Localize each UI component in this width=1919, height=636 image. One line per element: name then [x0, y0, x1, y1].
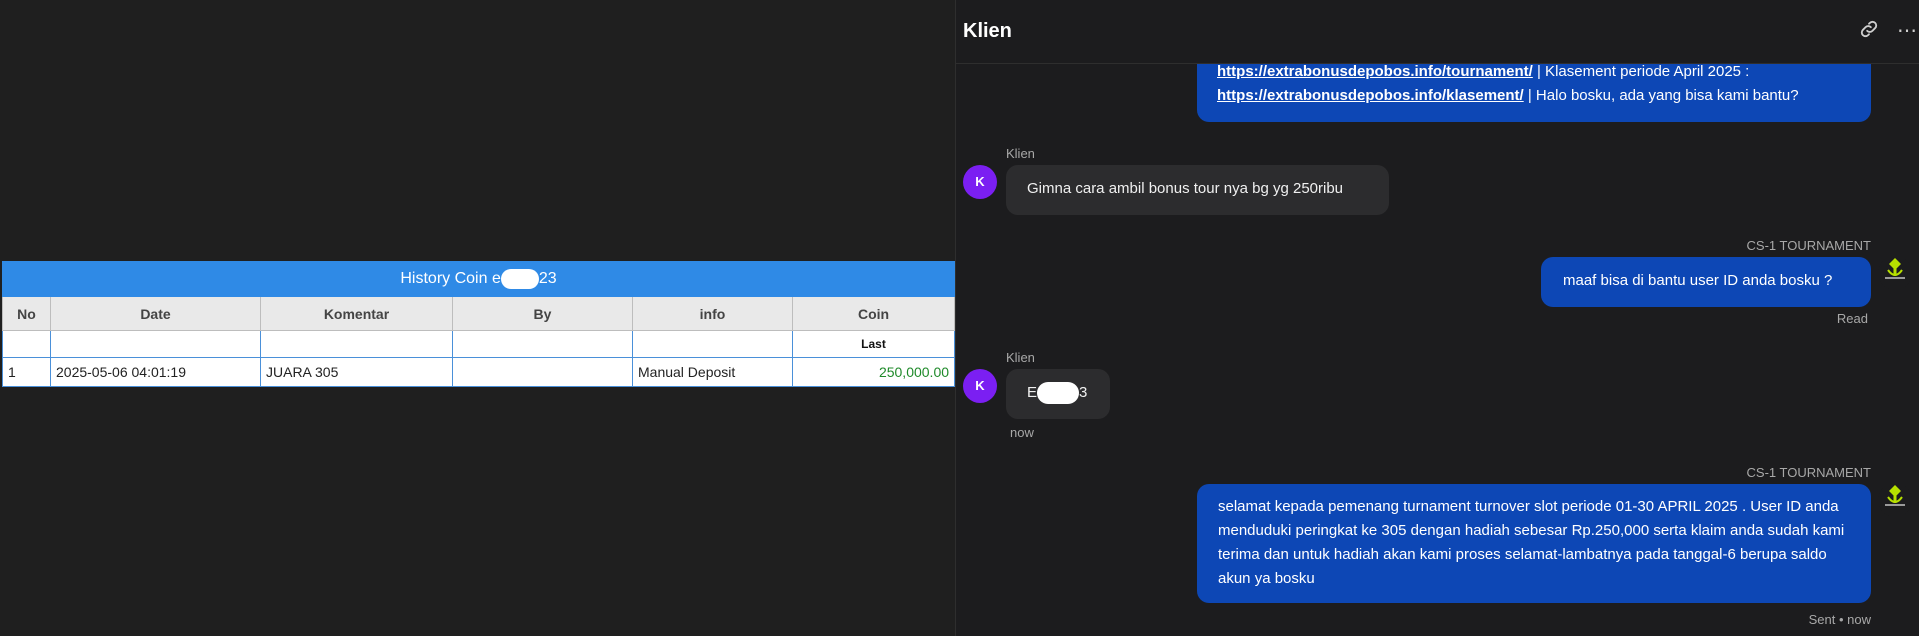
col-header-date: Date [50, 296, 261, 331]
table-sub-row: Last [2, 330, 956, 358]
message-text: | Klasement periode April 2025 : [1532, 64, 1750, 80]
col-header-coin: Coin [791, 296, 956, 331]
chat-messages: https://extrabonusdepobos.info/tournamen… [956, 64, 1919, 636]
table-title-suffix: 23 [538, 270, 557, 288]
link-icon[interactable] [1856, 18, 1882, 44]
chat-pane: Klien ⋯ https://extrabonusdepobos.info/t… [955, 0, 1919, 636]
tournament-link[interactable]: https://extrabonusdepobos.info/tournamen… [1217, 64, 1533, 80]
left-pane: History Coin e 23 No Date Komentar By inf… [0, 0, 956, 636]
cell-coin: 250,000.00 [791, 357, 956, 387]
cell-komentar: JUARA 305 [260, 357, 453, 387]
cell-info: Manual Deposit [632, 357, 793, 387]
table-title: History Coin e 23 [1, 261, 956, 297]
message-time: now [1010, 425, 1034, 440]
sender-name: Klien [1006, 350, 1035, 365]
sub-cell [2, 330, 51, 358]
message-text-suffix: 3 [1079, 384, 1088, 401]
client-message: E3 [1006, 369, 1110, 419]
col-header-komentar: Komentar [260, 296, 453, 331]
sender-name: CS-1 TOURNAMENT [1746, 465, 1871, 480]
avatar: K [963, 369, 997, 403]
redacted-mask [1037, 382, 1080, 405]
agent-message: maaf bisa di bantu user ID anda bosku ? [1541, 257, 1871, 307]
table-title-prefix: History Coin e [400, 270, 501, 288]
sub-cell [50, 330, 261, 358]
redacted-mask [500, 269, 539, 289]
message-text: | Halo bosku, ada yang bisa kami bantu? [1523, 87, 1799, 104]
table-header-row: No Date Komentar By info Coin [2, 296, 956, 331]
table-row: 1 2025-05-06 04:01:19 JUARA 305 Manual D… [2, 357, 956, 387]
client-message: Gimna cara ambil bonus tour nya bg yg 25… [1006, 165, 1389, 215]
message-status: Read [1836, 311, 1868, 326]
avatar: K [963, 165, 997, 199]
message-status: Sent • now [1808, 612, 1871, 627]
chat-title: Klien [963, 20, 1012, 42]
col-header-by: By [452, 296, 633, 331]
sub-cell [632, 330, 793, 358]
klasement-link[interactable]: https://extrabonusdepobos.info/klasement… [1217, 87, 1524, 104]
sub-cell [452, 330, 633, 358]
col-header-info: info [632, 296, 793, 331]
sender-name: CS-1 TOURNAMENT [1746, 238, 1871, 253]
chat-header: Klien ⋯ [956, 0, 1919, 64]
col-header-no: No [2, 296, 51, 331]
message-text-prefix: E [1027, 384, 1038, 401]
sub-cell [260, 330, 453, 358]
table-caption-row: History Coin e 23 [1, 261, 956, 297]
agent-message: https://extrabonusdepobos.info/tournamen… [1197, 64, 1871, 122]
cell-date: 2025-05-06 04:01:19 [50, 357, 261, 387]
sender-name: Klien [1006, 146, 1035, 161]
agent-logo-icon [1878, 256, 1912, 290]
sub-label-last: Last [791, 330, 956, 358]
cell-no: 1 [2, 357, 51, 387]
cell-by [452, 357, 633, 387]
history-coin-table: History Coin e 23 No Date Komentar By inf… [1, 261, 956, 387]
more-icon[interactable]: ⋯ [1894, 18, 1919, 44]
agent-message: selamat kepada pemenang turnament turnov… [1197, 484, 1871, 603]
agent-logo-icon [1878, 483, 1912, 517]
